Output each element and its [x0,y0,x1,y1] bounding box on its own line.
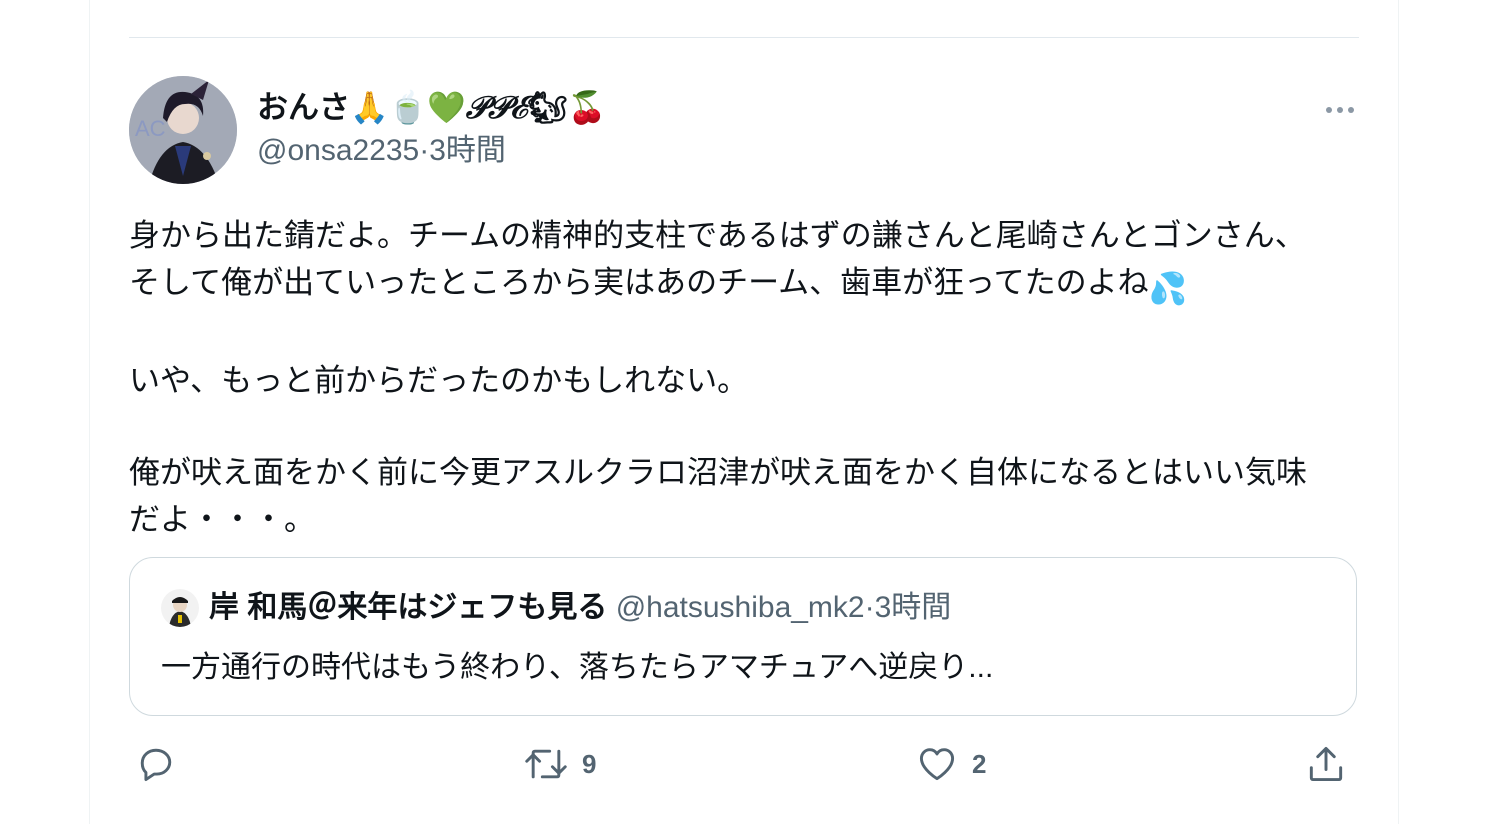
quoted-author-handle: @hatsushiba_mk2 [615,591,865,624]
retweet-count: 9 [582,748,597,779]
more-options-button[interactable] [1318,96,1362,124]
tweet-line-2: そして俺が出ていったところから実はあのチーム、歯車が狂ってたのよね💦 [129,259,1369,312]
retweet-icon [525,749,567,779]
tweet-line-4: 俺が吠え面をかく前に今更アスルクラロ沼津が吠え面をかく自体になるとはいい気味 [129,455,1307,490]
quoted-author-avatar [161,589,199,627]
author-meta: @onsa2235·3時間 [257,131,506,171]
svg-text:AC: AC [135,116,166,141]
author-name-script: 𝒫𝒫ℰ [465,90,529,126]
top-divider [129,37,1359,38]
reply-icon [140,748,172,782]
quoted-tweet-header: 岸 和馬＠来年はジェフも見る @hatsushiba_mk2·3時間 [209,586,951,630]
author-handle[interactable]: @onsa2235 [257,134,419,167]
more-dots-icon [1326,107,1354,113]
tweet-text: 身から出た錆だよ。チームの精神的支柱であるはずの謙さんと尾崎さんとゴンさん、 そ… [129,212,1369,543]
retweet-button[interactable]: 9 [522,740,596,788]
share-icon [1309,746,1343,782]
author-name-emojis: 🙏🍵💚 [350,90,466,125]
like-button[interactable]: 2 [914,740,986,788]
author-display-name[interactable]: おんさ🙏🍵💚𝒫𝒫ℰ🐿🍒 [257,86,606,130]
quoted-tweet-timestamp: 3時間 [874,591,952,624]
author-name-text: おんさ [257,90,350,125]
tweet-line-1: 身から出た錆だよ。チームの精神的支柱であるはずの謙さんと尾崎さんとゴンさん、 [129,218,1306,253]
sweat-droplets-emoji: 💦 [1148,271,1188,306]
column-border-right [1398,0,1399,824]
heart-icon [919,748,955,781]
meta-separator: · [419,134,430,167]
quoted-meta-separator: · [864,591,875,624]
author-avatar[interactable]: AC [129,76,237,184]
tweet-detail-page: AC おんさ🙏🍵💚𝒫𝒫ℰ🐿🍒 @onsa2235·3時間 身から出た錆だよ。チー… [0,0,1488,824]
quoted-tweet-card[interactable]: 岸 和馬＠来年はジェフも見る @hatsushiba_mk2·3時間 一方通行の… [129,557,1357,716]
like-count: 2 [972,748,987,779]
author-name-emojis-tail: 🐿🍒 [528,90,607,125]
tweet-line-3: いや、もっと前からだったのかもしれない。 [129,363,749,398]
share-button[interactable] [1304,740,1348,788]
quoted-author-name: 岸 和馬＠来年はジェフも見る [209,591,608,624]
quoted-tweet-text: 一方通行の時代はもう終わり、落ちたらアマチュアへ逆戻り... [161,651,994,684]
column-border-left [89,0,90,824]
tweet-line-5: だよ・・・。 [129,502,315,537]
tweet-line-2-text: そして俺が出ていったところから実はあのチーム、歯車が狂ってたのよね [129,265,1149,300]
tweet-timestamp[interactable]: 3時間 [429,134,506,167]
reply-button[interactable] [134,740,190,788]
